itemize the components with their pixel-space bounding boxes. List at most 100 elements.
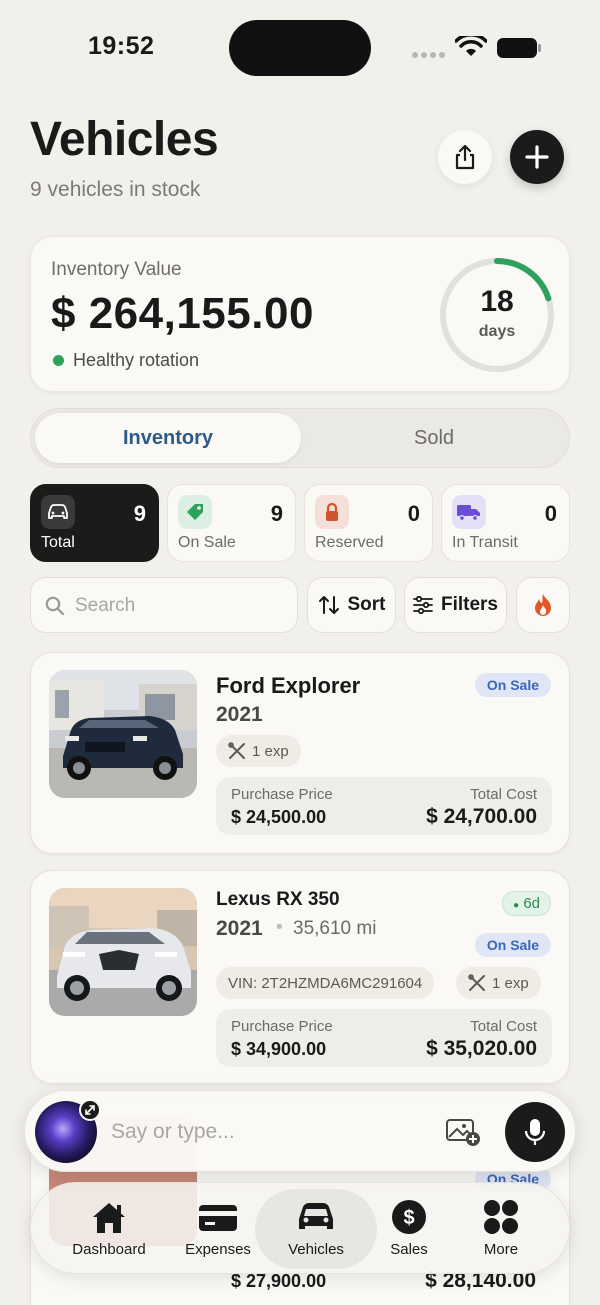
tag-icon <box>178 495 212 529</box>
stat-total[interactable]: 9 Total <box>30 484 159 562</box>
tools-icon <box>468 974 485 991</box>
home-icon <box>93 1203 125 1233</box>
card-icon <box>199 1205 237 1231</box>
vehicle-card[interactable]: Ford Explorer 2021 On Sale 1 exp Purchas… <box>30 652 570 854</box>
status-dot <box>53 355 64 366</box>
lock-icon <box>315 495 349 529</box>
tab-sold[interactable]: Sold <box>301 413 567 463</box>
stat-reserved[interactable]: 0 Reserved <box>304 484 433 562</box>
total-cost-label: Total Cost <box>470 1018 537 1035</box>
stat-on-sale-label: On Sale <box>178 534 236 551</box>
vehicle-mileage: 35,610 mi <box>293 918 377 939</box>
truck-icon <box>452 495 486 529</box>
price-box: Purchase Price $ 24,500.00 Total Cost $ … <box>216 777 552 835</box>
hot-filter-button[interactable] <box>516 577 570 633</box>
days-value: 18 <box>480 285 514 318</box>
tab-sales[interactable]: $ Sales <box>359 1189 459 1269</box>
tools-icon <box>228 742 245 759</box>
status-badge: On Sale <box>474 933 551 957</box>
purchase-price: $ 27,900.00 <box>231 1271 327 1291</box>
tab-more[interactable]: More <box>451 1189 551 1269</box>
add-vehicle-button[interactable] <box>510 130 564 184</box>
filters-button[interactable]: Filters <box>404 577 507 633</box>
purchase-price-label: Purchase Price <box>231 1018 333 1035</box>
sort-button[interactable]: Sort <box>307 577 396 633</box>
tab-expenses-label: Expenses <box>185 1241 251 1258</box>
vin-chip[interactable]: VIN: 2T2HZMDA6MC291604 <box>216 967 435 999</box>
vehicle-title: Lexus RX 350 <box>216 889 340 910</box>
rotation-status: Healthy rotation <box>73 350 200 370</box>
sort-icon <box>318 596 339 614</box>
vehicle-title: Ford Explorer <box>216 673 361 698</box>
expenses-chip[interactable]: 1 exp <box>456 967 541 999</box>
plus-icon <box>525 145 549 169</box>
add-image-icon <box>446 1119 480 1146</box>
total-cost: $ 35,020.00 <box>426 1037 537 1060</box>
stat-reserved-label: Reserved <box>315 534 384 551</box>
stat-total-label: Total <box>41 534 75 551</box>
tab-sales-label: Sales <box>390 1241 428 1258</box>
expenses-count: 1 exp <box>252 742 289 760</box>
vehicle-photo <box>49 888 197 1016</box>
purchase-price: $ 24,500.00 <box>231 807 327 827</box>
tab-inventory[interactable]: Inventory <box>35 413 301 463</box>
signal-icon <box>412 52 445 58</box>
flame-icon <box>535 594 551 616</box>
tab-bar: Dashboard Expenses Vehicles $ Sales More <box>30 1182 570 1274</box>
search-icon <box>45 596 65 616</box>
inventory-value-card: Inventory Value $ 264,155.00 Healthy rot… <box>30 236 570 392</box>
expand-icon[interactable] <box>79 1099 101 1121</box>
search-box <box>30 577 298 633</box>
prompt-input[interactable] <box>111 1117 431 1147</box>
days-in-stock: 6d <box>523 895 540 912</box>
battery-icon <box>497 38 541 58</box>
stat-on-sale-count: 9 <box>270 501 283 526</box>
filters-label: Filters <box>440 594 499 615</box>
status-badge: On Sale <box>474 673 551 697</box>
sort-label: Sort <box>347 594 386 615</box>
segmented-control: Inventory Sold <box>30 408 570 468</box>
car-icon <box>41 495 75 529</box>
mic-icon <box>524 1119 546 1145</box>
inventory-value-label: Inventory Value <box>51 259 182 280</box>
add-image-button[interactable] <box>445 1117 481 1152</box>
price-box: Purchase Price $ 34,900.00 Total Cost $ … <box>216 1009 552 1067</box>
mic-button[interactable] <box>505 1102 565 1162</box>
status-time: 19:52 <box>88 32 155 60</box>
page-title: Vehicles <box>30 113 219 166</box>
stat-on-sale[interactable]: 9 On Sale <box>167 484 296 562</box>
stat-in-transit[interactable]: 0 In Transit <box>441 484 570 562</box>
total-cost-label: Total Cost <box>470 786 537 803</box>
dynamic-island <box>229 20 371 76</box>
search-input[interactable] <box>75 592 285 620</box>
inventory-value-amount: $ 264,155.00 <box>51 289 314 338</box>
filters-icon <box>413 596 433 614</box>
assistant-bar <box>24 1090 576 1172</box>
share-button[interactable] <box>438 130 492 184</box>
tab-more-label: More <box>483 1241 519 1258</box>
expenses-count: 1 exp <box>492 974 529 992</box>
purchase-price: $ 34,900.00 <box>231 1039 327 1059</box>
vehicle-year: 2021 <box>216 917 263 940</box>
days-in-stock-badge: ● 6d <box>502 891 551 916</box>
car-icon <box>299 1203 333 1229</box>
separator-dot: • <box>276 917 283 938</box>
tab-vehicles-label: Vehicles <box>288 1241 344 1258</box>
stat-reserved-count: 0 <box>407 501 420 526</box>
days-unit: days <box>478 323 516 340</box>
wifi-icon <box>455 36 487 56</box>
stat-in-transit-label: In Transit <box>452 534 518 551</box>
share-icon <box>455 144 475 170</box>
total-cost: $ 24,700.00 <box>426 805 537 828</box>
stat-in-transit-count: 0 <box>544 501 557 526</box>
dollar-icon: $ <box>392 1200 426 1234</box>
vehicle-year: 2021 <box>216 703 263 726</box>
svg-text:$: $ <box>403 1207 414 1229</box>
page-subtitle: 9 vehicles in stock <box>30 178 201 201</box>
vehicle-photo <box>49 670 197 798</box>
purchase-price-label: Purchase Price <box>231 786 333 803</box>
vin-label: VIN: 2T2HZMDA6MC291604 <box>228 974 423 992</box>
expenses-chip[interactable]: 1 exp <box>216 735 301 767</box>
tab-dashboard[interactable]: Dashboard <box>49 1189 169 1269</box>
vehicle-card[interactable]: Lexus RX 350 2021 • 35,610 mi ● 6d On Sa… <box>30 870 570 1084</box>
